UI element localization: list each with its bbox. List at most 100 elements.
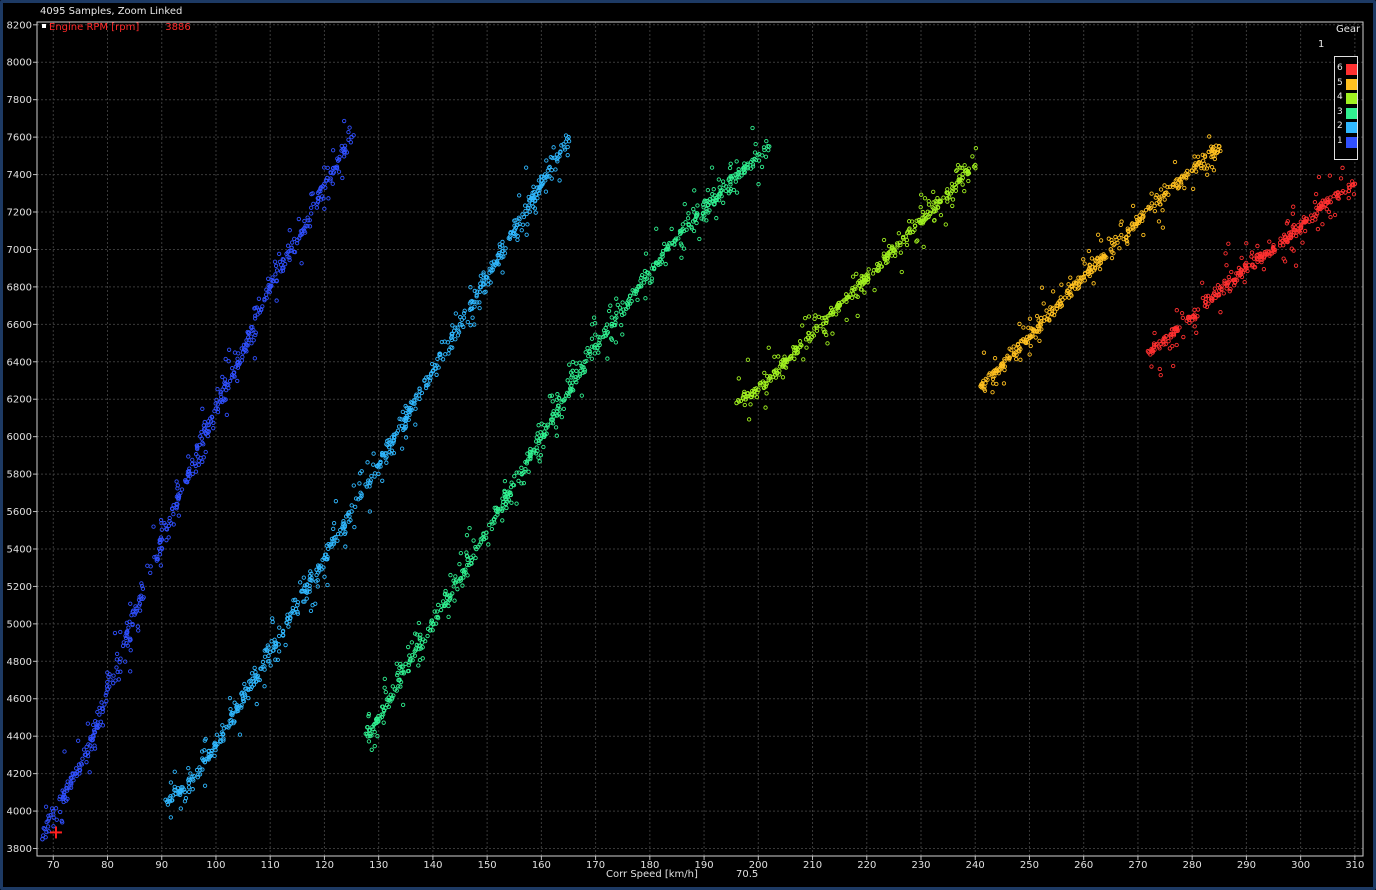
data-point (413, 406, 418, 411)
legend-item-gear-1[interactable]: 1 (1336, 136, 1358, 149)
data-point (390, 684, 395, 689)
data-point (276, 251, 282, 257)
data-point (220, 723, 225, 728)
legend-item-gear-4[interactable]: 4 (1336, 92, 1358, 105)
data-point (413, 422, 418, 427)
legend-item-gear-6[interactable]: 6 (1336, 63, 1358, 76)
data-point (1192, 307, 1197, 312)
data-point (579, 393, 584, 398)
data-point (806, 314, 812, 319)
data-point (1095, 232, 1101, 237)
data-point (62, 749, 67, 754)
data-point (299, 261, 304, 266)
data-point (574, 368, 579, 373)
legend-swatch (1346, 93, 1357, 104)
data-point (720, 179, 726, 184)
data-point (534, 435, 539, 440)
data-point (542, 429, 547, 434)
x-tick-label: 280 (1183, 860, 1202, 871)
data-point (981, 350, 987, 355)
data-point (229, 366, 235, 371)
data-point (289, 240, 295, 245)
legend-item-gear-3[interactable]: 3 (1336, 107, 1358, 120)
data-point (440, 357, 446, 362)
data-point (168, 780, 174, 785)
data-point (804, 345, 809, 350)
legend-item-gear-5[interactable]: 5 (1336, 78, 1358, 91)
data-point (1320, 222, 1325, 227)
data-point (487, 522, 492, 528)
data-point (1209, 164, 1215, 170)
y-tick-label: 5000 (7, 619, 32, 630)
y-tick-label: 6200 (7, 395, 32, 406)
data-point (425, 633, 430, 639)
data-point (270, 619, 275, 625)
data-point (519, 481, 524, 486)
legend-item-label: 3 (1337, 106, 1343, 117)
data-point (816, 314, 822, 320)
data-point (128, 601, 133, 606)
y-tick-label: 6600 (7, 320, 32, 331)
data-point (1119, 219, 1124, 224)
legend-swatch (1346, 107, 1357, 119)
data-point (89, 747, 94, 752)
data-point (371, 451, 376, 456)
data-point (228, 707, 233, 712)
data-point (921, 244, 926, 250)
data-point (1249, 250, 1255, 255)
data-point (104, 698, 109, 704)
data-point (1152, 330, 1157, 336)
data-point (654, 226, 659, 231)
data-point (269, 639, 274, 644)
data-point (1249, 254, 1254, 259)
data-point (365, 460, 370, 465)
data-point (801, 357, 806, 362)
data-point (561, 406, 567, 412)
data-point (1261, 267, 1267, 272)
data-point (277, 625, 282, 630)
data-point (1125, 241, 1130, 246)
data-point (1149, 201, 1154, 206)
x-tick-label: 290 (1237, 860, 1256, 871)
scatter-plot[interactable]: 70 80 90 100 110 120 130 140 150 160 170 180 190 200 2… (0, 0, 1376, 890)
data-point (148, 564, 153, 569)
data-point (663, 261, 668, 267)
data-point (237, 732, 243, 737)
data-point (112, 630, 118, 636)
data-point (803, 315, 808, 321)
data-point (351, 483, 356, 488)
data-point (256, 296, 262, 301)
legend-item-label: 1 (1337, 135, 1343, 146)
data-point (970, 154, 975, 159)
data-point (844, 317, 849, 323)
data-point (635, 297, 640, 303)
y-tick-label: 7800 (7, 95, 32, 106)
data-point (608, 303, 613, 308)
data-point (262, 654, 268, 659)
channel-marker-icon (42, 24, 46, 28)
x-tick-label: 250 (1020, 860, 1039, 871)
data-point (683, 220, 688, 225)
data-point (137, 608, 143, 613)
data-point (1130, 203, 1136, 209)
data-point (296, 216, 301, 222)
data-point (85, 721, 91, 726)
data-point (957, 174, 962, 179)
data-point (157, 552, 163, 557)
data-point (596, 350, 601, 355)
legend-item-gear-2[interactable]: 2 (1336, 121, 1358, 134)
data-point (224, 387, 229, 393)
data-point (171, 511, 176, 517)
y-tick-label: 3800 (7, 844, 32, 855)
data-point (606, 308, 612, 314)
data-point (1044, 308, 1049, 313)
data-point (962, 163, 967, 168)
data-point (752, 150, 758, 155)
data-point (394, 661, 399, 666)
data-point (1171, 363, 1176, 369)
data-point (145, 563, 150, 568)
data-point (186, 765, 191, 771)
data-point (813, 313, 818, 318)
data-point (453, 311, 458, 316)
x-axis-label: Corr Speed [km/h] (606, 869, 698, 880)
